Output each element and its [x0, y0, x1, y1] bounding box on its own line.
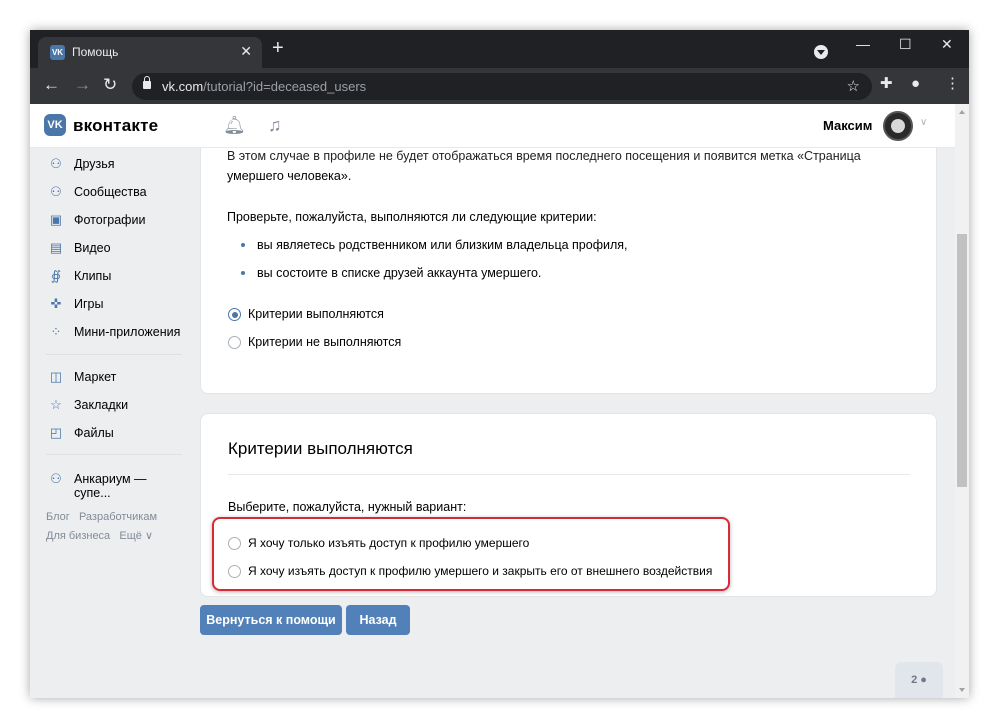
sidebar-item-communities[interactable]: ⚇ Сообщества: [44, 178, 184, 206]
vk-logo-icon[interactable]: VK: [44, 114, 66, 136]
url-text: vk.com/tutorial?id=deceased_users: [162, 79, 367, 94]
clips-icon: ∯: [50, 268, 62, 283]
radio-label[interactable]: Критерии не выполняются: [248, 332, 401, 352]
maximize-icon[interactable]: ☐: [899, 36, 912, 53]
tab-title: Помощь: [72, 45, 119, 59]
sidebar-item-games[interactable]: ✜ Игры: [44, 290, 184, 318]
sidebar-item-mini-apps[interactable]: ⁘ Мини-приложения: [44, 318, 184, 346]
extensions-puzzle-icon[interactable]: ✚: [880, 76, 893, 92]
page-viewport: VK вконтакте 🔔︎ ♫ Максим ∨ ⚇ Друзья ⚇ Сооб…: [30, 104, 969, 698]
back-to-help-button[interactable]: Вернуться к помощи: [200, 605, 342, 635]
bookmarks-icon: ☆: [50, 397, 62, 412]
minimize-icon[interactable]: —: [856, 36, 870, 52]
footer-blog-link[interactable]: Блог: [46, 511, 70, 523]
title-bar: VK Помощь ✕ + — ☐ ✕: [30, 30, 969, 68]
intro-text-line2: умершего человека».: [227, 169, 352, 183]
section-divider: [228, 474, 910, 475]
sidebar-item-photos[interactable]: ▣ Фотографии: [44, 206, 184, 234]
criteria-item: вы являетесь родственником или близким в…: [257, 238, 628, 252]
market-icon: ◫: [49, 369, 63, 384]
footer-more-link[interactable]: Ещё: [119, 530, 142, 542]
radio-criteria-not-met[interactable]: [228, 336, 241, 349]
music-icon[interactable]: ♫: [268, 115, 282, 136]
forward-arrow-icon[interactable]: →: [74, 76, 91, 94]
back-arrow-icon[interactable]: ←: [43, 76, 60, 94]
scroll-up-arrow-icon[interactable]: [959, 110, 965, 114]
sidebar-divider: [46, 454, 182, 455]
sidebar-item-market[interactable]: ◫ Маркет: [44, 363, 184, 391]
sidebar-item-video[interactable]: ▤ Видео: [44, 234, 184, 262]
reload-icon[interactable]: ↻: [103, 76, 117, 94]
options-highlight-frame: [212, 517, 730, 591]
games-icon: ✜: [50, 296, 62, 311]
friends-icon: ⚇: [50, 156, 62, 171]
sidebar-item-bookmarks[interactable]: ☆ Закладки: [44, 391, 184, 419]
radio-criteria-met[interactable]: [228, 308, 241, 321]
footer-business-link[interactable]: Для бизнеса: [46, 530, 110, 542]
scrollbar-thumb[interactable]: [957, 234, 967, 487]
communities-icon: ⚇: [50, 184, 62, 199]
sidebar-item-friends[interactable]: ⚇ Друзья: [44, 150, 184, 178]
lock-icon[interactable]: [143, 76, 151, 89]
person-icon: ●: [920, 674, 927, 686]
chevron-down-icon: ∨: [144, 530, 153, 542]
vk-favicon-icon: VK: [50, 45, 65, 60]
footer-links-row2: Для бизнеса Ещё ∨: [46, 529, 153, 542]
online-people-badge[interactable]: 2 ●: [895, 662, 943, 698]
section-title: Критерии выполняются: [228, 439, 413, 458]
new-tab-icon[interactable]: +: [272, 38, 284, 58]
criteria-item: вы состоите в списке друзей аккаунта уме…: [257, 266, 542, 280]
extension-avatar-icon[interactable]: ●: [911, 76, 920, 92]
sidebar-item-files[interactable]: ◰ Файлы: [44, 419, 184, 447]
notifications-bell-icon[interactable]: 🔔︎: [223, 115, 246, 136]
radio-label[interactable]: Критерии выполняются: [248, 304, 384, 324]
back-button[interactable]: Назад: [346, 605, 410, 635]
footer-links-row1: Блог Разработчикам: [46, 511, 157, 523]
community-icon: ⚇: [50, 471, 62, 486]
bullet-icon: [241, 243, 245, 247]
profile-menu-icon[interactable]: [814, 45, 828, 59]
mini-apps-icon: ⁘: [50, 324, 62, 339]
address-bar[interactable]: vk.com/tutorial?id=deceased_users ☆: [132, 73, 872, 100]
sidebar-item-community[interactable]: ⚇ Анкариум — супе...: [44, 465, 184, 500]
browser-toolbar: ← → ↻ vk.com/tutorial?id=deceased_users …: [30, 68, 969, 104]
close-tab-icon[interactable]: ✕: [240, 43, 252, 60]
vk-brand[interactable]: вконтакте: [73, 116, 158, 136]
files-icon: ◰: [49, 425, 63, 440]
close-window-icon[interactable]: ✕: [941, 36, 953, 53]
browser-tab[interactable]: VK Помощь ✕: [38, 37, 262, 68]
scroll-down-arrow-icon[interactable]: [959, 688, 965, 692]
chevron-down-icon[interactable]: ∨: [920, 117, 927, 128]
bullet-icon: [241, 271, 245, 275]
photos-icon: ▣: [49, 212, 63, 227]
criteria-prompt: Проверьте, пожалуйста, выполняются ли сл…: [227, 210, 597, 224]
footer-developers-link[interactable]: Разработчикам: [79, 511, 157, 523]
chrome-menu-icon[interactable]: ⋮: [945, 76, 960, 92]
intro-text-line1: В этом случае в профиле не будет отображ…: [227, 149, 861, 163]
choice-prompt: Выберите, пожалуйста, нужный вариант:: [228, 500, 467, 514]
bookmark-star-icon[interactable]: ☆: [847, 77, 860, 95]
criteria-card: В этом случае в профиле не будет отображ…: [200, 148, 937, 394]
sidebar-divider: [46, 354, 182, 355]
sidebar-item-clips[interactable]: ∯ Клипы: [44, 262, 184, 290]
avatar[interactable]: [883, 111, 913, 141]
browser-window: VK Помощь ✕ + — ☐ ✕ ← → ↻ vk.com/tutoria…: [30, 30, 969, 698]
video-icon: ▤: [49, 240, 63, 255]
vk-header: VK вконтакте 🔔︎ ♫ Максим ∨: [30, 104, 955, 148]
user-name[interactable]: Максим: [823, 118, 872, 133]
